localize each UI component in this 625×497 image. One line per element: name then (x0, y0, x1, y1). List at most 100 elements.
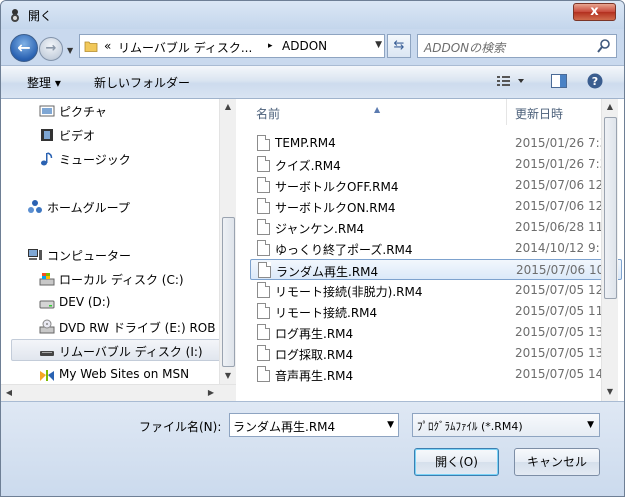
navigation-pane[interactable]: ピクチャ ビデオ ミュージック ホームグループ コンピューター ローカル ディス… (1, 99, 236, 401)
nav-item-label: リムーバブル ディスク (I:) (59, 345, 203, 359)
search-input[interactable]: ADDONの検索 (424, 39, 505, 56)
file-date: 2015/06/28 11 (515, 220, 604, 234)
help-button[interactable]: ? (587, 73, 603, 92)
title-bar[interactable]: 開く x (1, 1, 624, 29)
file-row[interactable]: リモート接続(非脱力).RM4 2015/07/05 12 (250, 280, 622, 301)
web-sites-icon (40, 370, 54, 381)
scroll-up-icon[interactable]: ▲ (602, 99, 618, 115)
pictures-icon (39, 105, 55, 117)
nav-horizontal-scrollbar[interactable]: ◀ ▶ (1, 384, 236, 401)
search-icon[interactable] (596, 38, 611, 54)
nav-item-computer[interactable]: コンピューター (1, 244, 221, 266)
address-bar[interactable]: « リムーバブル ディスク... ▸ ADDON ▼ (79, 34, 385, 58)
nav-item-dev-d[interactable]: DEV (D:) (1, 292, 221, 314)
file-icon (257, 303, 270, 319)
scroll-right-icon[interactable]: ▶ (203, 385, 219, 401)
open-button[interactable]: 開く(O) (414, 448, 499, 476)
back-button[interactable]: ← (10, 34, 38, 62)
help-icon: ? (587, 73, 603, 89)
file-row[interactable]: クイズ.RM4 2015/01/26 7:3 (250, 154, 622, 175)
nav-item-homegroup[interactable]: ホームグループ (1, 196, 221, 218)
file-icon (257, 240, 270, 256)
nav-item-music[interactable]: ミュージック (1, 148, 221, 170)
file-row[interactable]: ランダム再生.RM4 2015/07/06 10 (250, 259, 622, 280)
file-row[interactable]: ログ再生.RM4 2015/07/05 13 (250, 322, 622, 343)
filename-value: ランダム再生.RM4 (233, 420, 336, 434)
content-area: ピクチャ ビデオ ミュージック ホームグループ コンピューター ローカル ディス… (1, 99, 624, 401)
chevron-down-icon[interactable]: ▼ (387, 420, 394, 430)
homegroup-icon (28, 200, 42, 213)
nav-item-label: ローカル ディスク (C:) (59, 273, 184, 287)
file-list-vertical-scrollbar[interactable]: ▲ ▼ (601, 99, 618, 401)
forward-button[interactable]: → (39, 37, 63, 61)
search-box[interactable]: ADDONの検索 (417, 34, 617, 58)
file-date: 2015/07/05 13 (515, 325, 604, 339)
nav-vertical-scrollbar[interactable]: ▲ ▼ (219, 99, 236, 384)
file-name: リモート接続.RM4 (275, 306, 378, 320)
music-icon (41, 152, 53, 166)
filetype-select[interactable]: ﾌﾟﾛｸﾞﾗﾑﾌｧｲﾙ (*.RM4) ▼ (412, 413, 600, 437)
breadcrumb-overflow[interactable]: « (104, 39, 111, 53)
breadcrumb-addon[interactable]: ADDON (282, 39, 327, 53)
file-icon (257, 135, 270, 151)
file-row[interactable]: ゆっくり終了ポーズ.RM4 2014/10/12 9: (250, 238, 622, 259)
file-row[interactable]: TEMP.RM4 2015/01/26 7:3 (250, 133, 622, 154)
file-date: 2015/07/05 14 (515, 367, 604, 381)
filename-label: ファイル名(N): (139, 420, 222, 434)
column-date-label: 更新日時 (515, 107, 564, 121)
column-header-name[interactable]: 名前 ▲ (244, 99, 506, 125)
breadcrumb-removable-disk[interactable]: リムーバブル ディスク... (118, 39, 252, 56)
drive-icon (39, 300, 55, 309)
preview-pane-button[interactable] (551, 74, 567, 91)
filename-input[interactable]: ランダム再生.RM4 ▼ (229, 413, 399, 437)
file-row[interactable]: リモート接続.RM4 2015/07/05 11 (250, 301, 622, 322)
organize-button[interactable]: 整理 ▾ (27, 74, 61, 91)
nav-item-local-disk-c[interactable]: ローカル ディスク (C:) (1, 268, 221, 290)
recent-pages-dropdown[interactable]: ▼ (67, 46, 75, 55)
removable-disk-icon (40, 351, 54, 356)
nav-item-pictures[interactable]: ピクチャ (1, 100, 221, 122)
scroll-down-icon[interactable]: ▼ (220, 368, 236, 384)
column-header-date[interactable]: 更新日時 (506, 99, 606, 125)
file-row[interactable]: ジャンケン.RM4 2015/06/28 11 (250, 217, 622, 238)
file-row[interactable]: ログ採取.RM4 2015/07/05 13 (250, 343, 622, 364)
file-date: 2015/07/05 12 (515, 283, 604, 297)
file-name: サーボトルクON.RM4 (275, 201, 396, 215)
refresh-button[interactable]: ⇆ (387, 34, 411, 58)
file-date: 2015/01/26 7:3 (515, 136, 608, 150)
computer-icon (28, 249, 42, 260)
new-folder-button[interactable]: 新しいフォルダー (94, 74, 190, 91)
file-name: リモート接続(非脱力).RM4 (275, 285, 423, 299)
chevron-down-icon[interactable]: ▼ (587, 420, 594, 430)
nav-item-removable-disk-i[interactable]: リムーバブル ディスク (I:) (11, 339, 221, 361)
address-row: ← → ▼ « リムーバブル ディスク... ▸ ADDON ▼ ⇆ ADDON… (1, 29, 624, 65)
address-dropdown-icon[interactable]: ▼ (375, 40, 382, 50)
view-options-button[interactable] (496, 74, 526, 91)
file-date: 2015/07/05 13 (515, 346, 604, 360)
file-name: 音声再生.RM4 (275, 369, 354, 383)
scroll-thumb[interactable] (604, 117, 617, 299)
nav-item-label: My Web Sites on MSN (59, 367, 190, 381)
file-icon (257, 219, 270, 235)
scroll-up-icon[interactable]: ▲ (220, 99, 236, 115)
scroll-left-icon[interactable]: ◀ (1, 385, 17, 401)
window-title: 開く (28, 9, 53, 23)
file-list[interactable]: 名前 ▲ 更新日時 TEMP.RM4 2015/01/26 7:3 クイズ.RM4 2… (244, 99, 624, 401)
file-row[interactable]: 音声再生.RM4 2015/07/05 14 (250, 364, 622, 385)
breadcrumb-separator-icon[interactable]: ▸ (268, 41, 273, 51)
nav-item-videos[interactable]: ビデオ (1, 124, 221, 146)
scroll-thumb[interactable] (222, 217, 235, 367)
view-list-icon (497, 76, 524, 86)
file-icon (257, 177, 270, 193)
close-button[interactable]: x (573, 3, 616, 21)
scroll-down-icon[interactable]: ▼ (602, 384, 618, 400)
file-row[interactable]: サーボトルクON.RM4 2015/07/06 12 (250, 196, 622, 217)
file-icon (257, 366, 270, 382)
cancel-button[interactable]: キャンセル (514, 448, 600, 476)
nav-item-dvd-e[interactable]: DVD RW ドライブ (E:) ROB (1, 316, 221, 338)
file-row[interactable]: サーボトルクOFF.RM4 2015/07/06 12 (250, 175, 622, 196)
file-date: 2015/07/06 12 (515, 178, 604, 192)
file-name: クイズ.RM4 (275, 159, 341, 173)
file-name: ログ再生.RM4 (275, 327, 354, 341)
nav-item-my-web-sites[interactable]: My Web Sites on MSN (1, 364, 221, 386)
